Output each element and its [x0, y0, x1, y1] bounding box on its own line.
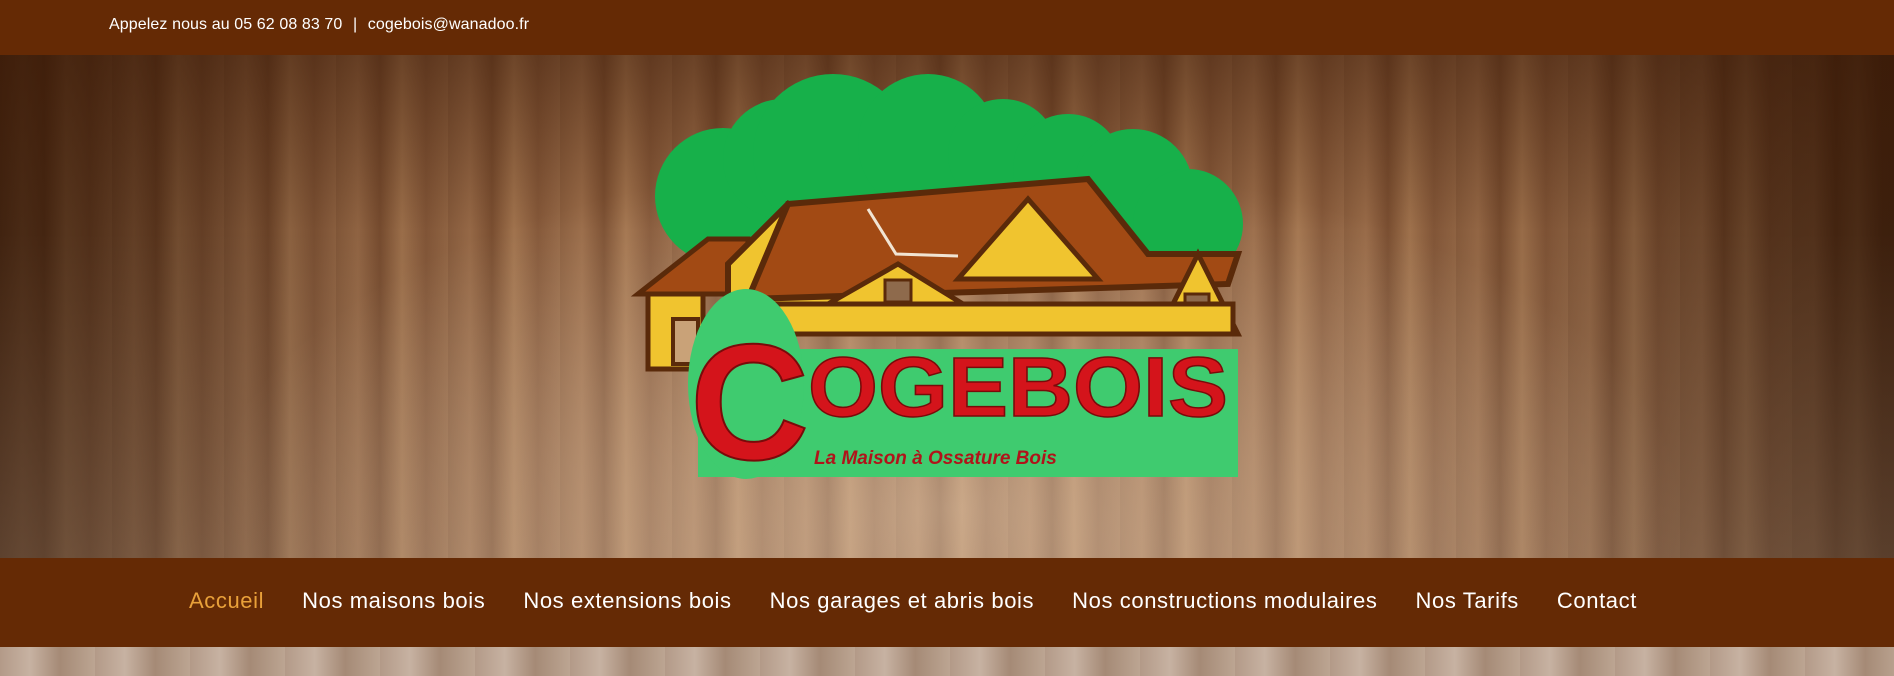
contact-info: Appelez nous au 05 62 08 83 70 | cogeboi…: [109, 16, 529, 34]
main-navigation: Accueil Nos maisons bois Nos extensions …: [0, 558, 1894, 647]
nav-item-accueil[interactable]: Accueil: [189, 588, 264, 614]
nav-menu: Accueil Nos maisons bois Nos extensions …: [189, 588, 1675, 614]
top-contact-bar: Appelez nous au 05 62 08 83 70 | cogeboi…: [0, 0, 1894, 55]
content-background-strip: [0, 647, 1894, 676]
contact-separator: |: [352, 16, 358, 33]
nav-item-tarifs[interactable]: Nos Tarifs: [1416, 588, 1519, 614]
email-link[interactable]: cogebois@wanadoo.fr: [368, 16, 529, 33]
cogebois-logo[interactable]: C OGEBOIS La Maison à Ossature Bois: [628, 64, 1264, 499]
nav-item-garages-abris[interactable]: Nos garages et abris bois: [770, 588, 1034, 614]
nav-item-contact[interactable]: Contact: [1557, 588, 1637, 614]
logo-tagline: La Maison à Ossature Bois: [814, 448, 1057, 469]
nav-item-maisons-bois[interactable]: Nos maisons bois: [302, 588, 485, 614]
nav-item-constructions-modulaires[interactable]: Nos constructions modulaires: [1072, 588, 1377, 614]
logo-letter-c: C: [690, 310, 809, 494]
logo-brand-text: OGEBOIS: [808, 340, 1228, 434]
phone-text[interactable]: Appelez nous au 05 62 08 83 70: [109, 16, 342, 33]
nav-item-extensions-bois[interactable]: Nos extensions bois: [523, 588, 731, 614]
